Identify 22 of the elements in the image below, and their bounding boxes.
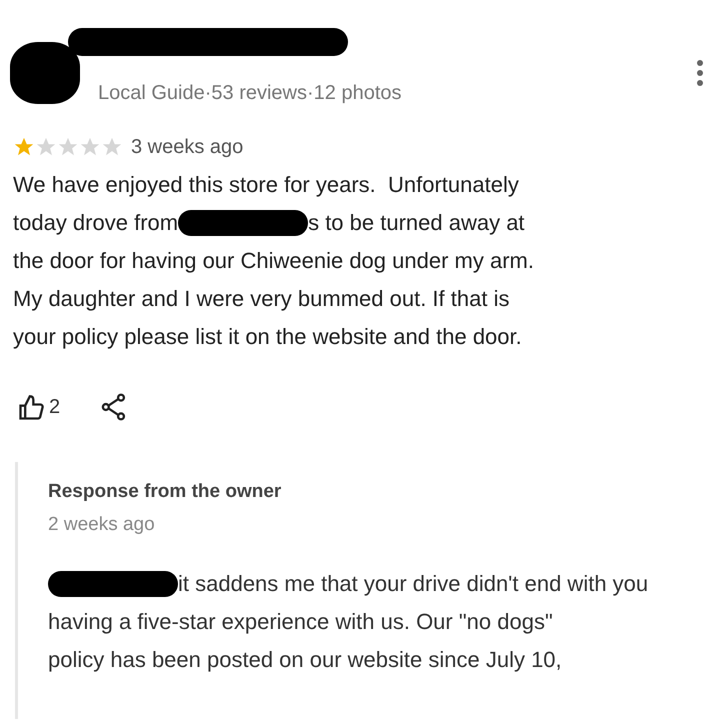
text-line: having a five-star experience with us. Our "no dogs": [48, 608, 553, 636]
star-icon: [57, 136, 79, 158]
review-time: 3 weeks ago: [131, 135, 244, 160]
like-button[interactable]: 2: [17, 392, 60, 422]
more-menu-icon[interactable]: [697, 60, 703, 86]
redacted-avatar: [10, 42, 80, 104]
star-icon: [79, 136, 101, 158]
text-line: the door for having our Chiweenie dog under my arm.: [13, 247, 534, 275]
text-line: it saddens me that your drive didn't end with you: [178, 570, 648, 598]
text-line: today drove from: [13, 209, 178, 237]
text-line: s to be turned away at: [308, 209, 525, 237]
star-icon: [101, 136, 123, 158]
text-line: My daughter and I were very bummed out. If that is: [13, 285, 510, 313]
reviewer-meta: Local Guide·53 reviews·12 photos: [98, 81, 402, 106]
star-icon: [35, 136, 57, 158]
text-line: policy has been posted on our website since July 10,: [48, 646, 562, 674]
response-time: 2 weeks ago: [48, 512, 156, 536]
star-icon: [13, 136, 35, 158]
text-line: your policy please list it on the website and the door.: [13, 323, 522, 351]
thumbs-up-icon: [17, 394, 45, 422]
response-title: Response from the owner: [48, 480, 282, 504]
text-line: We have enjoyed this store for years. Unfortunately: [13, 171, 519, 199]
